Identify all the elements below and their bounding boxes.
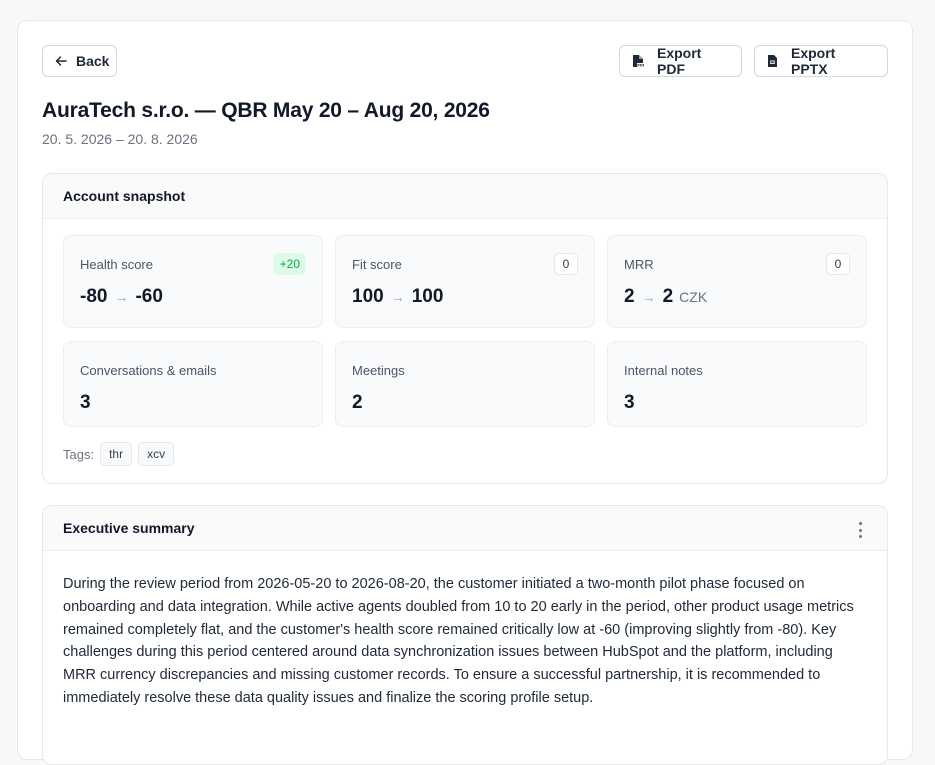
tags-row: Tags: thr xcv [63,442,175,466]
executive-summary-panel: Executive summary During the review peri… [42,505,888,765]
page-title: AuraTech s.r.o. — QBR May 20 – Aug 20, 2… [42,99,490,122]
arrow-left-icon [55,56,67,66]
conversations-label: Conversations & emails [80,363,217,378]
fit-score-label: Fit score [352,257,402,272]
file-pdf-icon: PDF [633,55,644,67]
tags-label: Tags: [63,446,95,462]
account-snapshot-title: Account snapshot [63,188,186,204]
export-pdf-button[interactable]: PDF Export PDF [619,45,742,77]
export-pdf-label: Export PDF [657,45,702,77]
health-score-card: Health score +20 -80 → -60 [63,235,323,328]
health-score-value: -80 → -60 [80,286,163,308]
file-presentation-icon [768,55,777,67]
meetings-card: Meetings 2 [335,341,595,427]
arrow-right-icon: → [114,289,129,305]
mrr-label: MRR [624,257,654,272]
internal-notes-value: 3 [624,392,635,413]
conversations-card: Conversations & emails 3 [63,341,323,427]
internal-notes-card: Internal notes 3 [607,341,867,427]
mrr-card: MRR 0 2 → 2 CZK [607,235,867,328]
health-score-delta-badge: +20 [273,253,306,275]
more-options-icon[interactable] [857,522,863,538]
account-snapshot-panel: Account snapshot Health score +20 -80 → … [42,173,888,484]
back-button[interactable]: Back [42,45,117,77]
executive-summary-title: Executive summary [63,520,195,536]
tag-chip[interactable]: xcv [138,442,175,466]
back-label: Back [76,53,110,69]
health-score-label: Health score [80,257,153,272]
health-score-to: -60 [135,286,163,307]
fit-score-delta-badge: 0 [554,253,578,275]
fit-score-from: 100 [352,286,384,307]
meetings-value: 2 [352,392,363,413]
fit-score-card: Fit score 0 100 → 100 [335,235,595,328]
mrr-value: 2 → 2 CZK [624,286,707,308]
svg-text:PDF: PDF [637,63,644,67]
executive-summary-text: During the review period from 2026-05-20… [63,576,854,706]
executive-summary-header: Executive summary [43,506,887,551]
fit-score-value: 100 → 100 [352,286,443,308]
health-score-from: -80 [80,286,108,307]
export-pptx-button[interactable]: Export PPTX [754,45,888,77]
date-range: 20. 5. 2026 – 20. 8. 2026 [42,131,198,147]
internal-notes-label: Internal notes [624,363,703,378]
arrow-right-icon: → [641,289,656,305]
mrr-delta-badge: 0 [826,253,850,275]
qbr-report-card: Back PDF Export PDF Export PPTX AuraTech… [17,20,913,765]
meetings-label: Meetings [352,363,405,378]
tag-chip[interactable]: thr [100,442,133,466]
fit-score-to: 100 [411,286,444,307]
arrow-right-icon: → [390,289,405,305]
mrr-currency: CZK [679,289,708,305]
account-snapshot-header: Account snapshot [43,174,887,219]
export-pptx-label: Export PPTX [791,45,836,77]
conversations-value: 3 [80,392,91,413]
mrr-from: 2 [624,286,635,307]
mrr-to: 2 [662,286,674,307]
